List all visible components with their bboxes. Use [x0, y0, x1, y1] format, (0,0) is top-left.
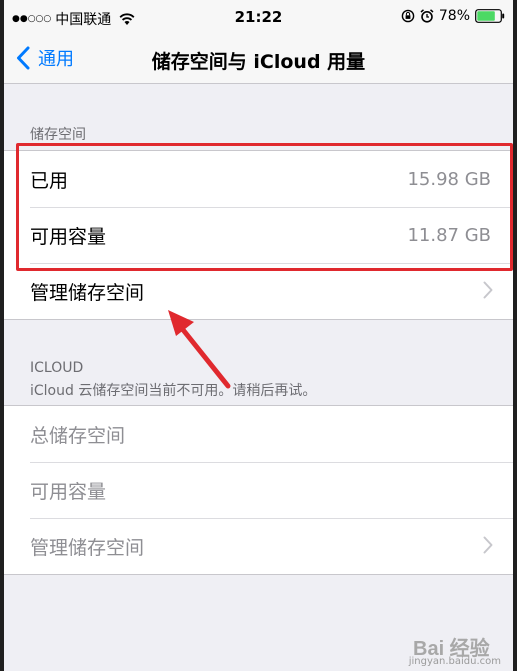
settings-screen: ●●○○○ 中国联通 21:22 78% 通用 储存空间与 iCloud 用量 …	[4, 0, 513, 671]
status-bar: ●●○○○ 中国联通 21:22 78%	[4, 0, 513, 34]
total-storage-row: 总储存空间	[4, 406, 513, 462]
used-row: 已用 15.98 GB	[4, 151, 513, 207]
icloud-manage-storage-row[interactable]: 管理储存空间	[4, 518, 513, 574]
used-value: 15.98 GB	[407, 168, 491, 190]
available-row: 可用容量 11.87 GB	[4, 207, 513, 263]
orientation-lock-icon	[401, 9, 415, 23]
storage-group: 已用 15.98 GB 可用容量 11.87 GB 管理储存空间	[4, 150, 513, 320]
available-label: 可用容量	[30, 225, 107, 248]
icloud-section-header: ICLOUD	[30, 360, 84, 376]
storage-section-header: 储存空间	[30, 127, 86, 143]
manage-storage-label: 管理储存空间	[30, 281, 145, 304]
status-right: 78%	[401, 8, 505, 24]
used-label: 已用	[30, 169, 69, 192]
red-arrow-annotation	[168, 310, 231, 389]
chevron-right-icon	[483, 536, 493, 554]
alarm-icon	[420, 9, 434, 23]
page-title: 储存空间与 iCloud 用量	[151, 51, 366, 73]
icloud-available-label: 可用容量	[30, 480, 107, 503]
watermark-url: jingyan.baidu.com	[408, 656, 501, 667]
chevron-right-icon	[483, 281, 493, 299]
icloud-group: 总储存空间 可用容量 管理储存空间	[4, 405, 513, 575]
manage-storage-row[interactable]: 管理储存空间	[4, 263, 513, 319]
total-storage-label: 总储存空间	[30, 424, 126, 447]
battery-percent: 78%	[438, 8, 470, 24]
battery-icon	[475, 9, 505, 23]
icloud-available-row: 可用容量	[4, 462, 513, 518]
baidu-watermark: Bai 经验 jingyan.baidu.com	[408, 631, 501, 667]
available-value: 11.87 GB	[407, 224, 491, 246]
navigation-bar: 通用 储存空间与 iCloud 用量	[4, 34, 513, 84]
icloud-manage-storage-label: 管理储存空间	[30, 536, 145, 559]
